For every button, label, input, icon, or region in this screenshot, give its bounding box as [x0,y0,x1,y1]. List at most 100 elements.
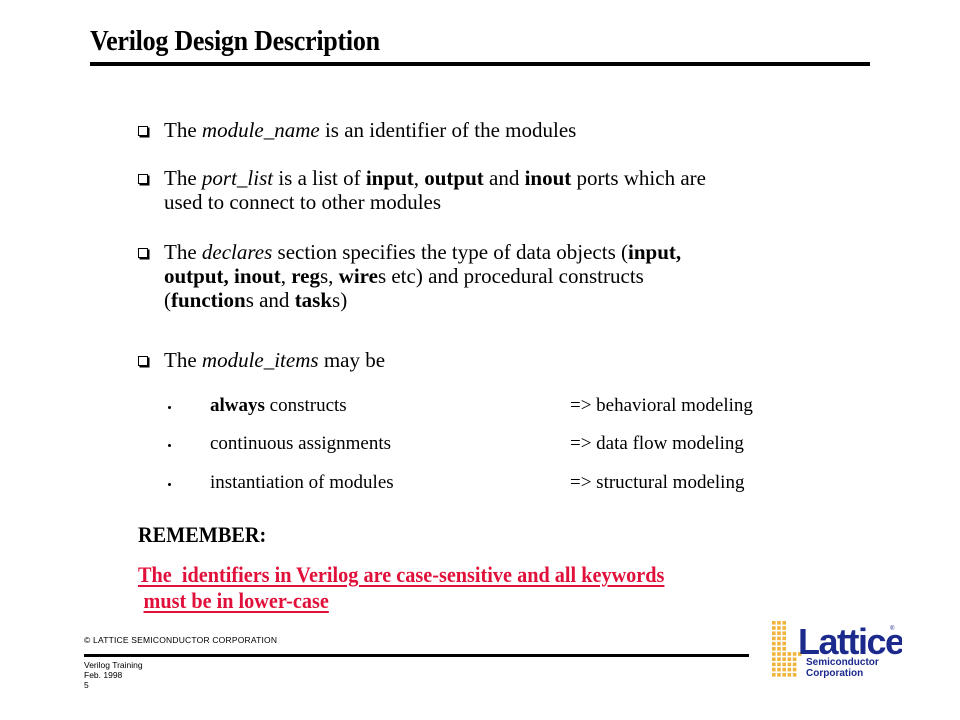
text-run: section specifies the type of data objec… [272,240,628,264]
square-bullet-icon [138,126,148,136]
logo-dot [792,673,797,677]
logo-dot [772,662,776,667]
italic-term: module_items [201,348,319,372]
square-bullet-icon [138,356,148,366]
logo-dot [777,652,781,656]
bullet-module-name: The module_name is an identifier of the … [138,118,576,142]
logo-dot [782,673,786,677]
text-run: may be [318,348,386,372]
lattice-logo-graphic: Lattice ® Semiconductor Corporation [772,621,902,679]
warning-line2: must be in lower-case [143,588,329,613]
text-run: s and [245,288,295,312]
logo-dot [787,657,792,661]
logo-dot [782,657,786,661]
logo-dot [772,647,776,651]
logo-wordmark: Lattice [798,621,902,662]
logo-dot [772,621,776,625]
logo-dot [772,673,776,677]
title-divider [90,62,870,66]
logo-dot [787,673,792,677]
bullet-text: The module_items may be [164,348,385,372]
text-run: The [164,348,202,372]
logo-dot [772,626,776,630]
logo-dot [792,667,797,672]
keyword: inout [524,166,572,190]
text-run: constructs [264,395,347,416]
bullet-port-list: The port_list is a list of input, output… [138,166,706,214]
bullet-text: The module_name is an identifier of the … [164,118,576,142]
logo-dot [777,631,781,635]
text-run: The [164,240,202,264]
logo-dot [772,667,776,672]
keyword: reg [291,264,320,288]
logo-dot [772,641,776,646]
text-run: s etc) and procedural constructs [377,264,644,288]
bullet-text-line2: output, inout, regs, wires etc) and proc… [164,264,681,288]
module-item-modeling: => behavioral modeling [570,395,753,416]
logo-dot [777,641,781,646]
logo-dot [772,657,776,661]
text-run: , [280,264,292,288]
module-item-label: always constructs [210,395,347,417]
bullet-text: The declares section specifies the type … [164,240,681,264]
logo-dot [782,636,786,641]
module-item-label: continuous assignments [210,433,392,454]
logo-dot [782,631,786,635]
module-item-label: instantiation of modules [210,472,394,493]
keyword: output [424,166,484,190]
logo-line2: Corporation [806,668,863,679]
copyright-notice: © LATTICE SEMICONDUCTOR CORPORATION [84,635,278,645]
logo-dot [782,652,786,656]
italic-term: declares [201,240,273,264]
warning-line1: The identifiers in Verilog are case-sens… [138,562,665,587]
logo-dot [772,652,776,656]
slide-title: Verilog Design Description [90,26,380,57]
bullet-module-items: The module_items may be [138,348,385,372]
text-run: ( [164,288,171,312]
logo-dot [782,667,786,672]
lattice-logo: Lattice ® Semiconductor Corporation [772,620,902,680]
logo-dot [782,626,786,630]
logo-dot [777,657,781,661]
square-bullet-icon [138,174,148,184]
keyword: task [294,288,333,312]
text-run: and [483,166,525,190]
keyword: input [365,166,414,190]
logo-dot [787,652,792,656]
footer-divider [84,654,749,657]
text-run: is a list of [273,166,366,190]
page-number: 5 [84,680,89,690]
text-run: s) [332,288,348,312]
keyword: function [171,288,246,312]
logo-dot [787,662,792,667]
logo-dot [792,662,797,667]
bullet-text-line3: (functions and tasks) [164,288,681,312]
dot-bullet-icon [168,444,171,447]
module-item-modeling: => structural modeling [570,472,745,493]
module-item-modeling: => data flow modeling [570,433,744,454]
logo-dot [772,631,776,635]
keyword: always [210,395,265,416]
logo-dot [777,621,781,625]
logo-dot [777,626,781,630]
logo-dot [777,662,781,667]
logo-dot [792,652,797,656]
case-sensitivity-warning: The identifiers in Verilog are case-sens… [138,562,800,614]
logo-dot [792,657,797,661]
footer-info: Verilog Training Feb. 1998 5 [84,660,143,690]
text-run: is an identifier of the modules [319,118,577,142]
text-run: , [413,166,425,190]
course-name: Verilog Training [84,660,143,670]
dot-bullet-icon [168,483,171,486]
logo-dot [772,636,776,641]
dot-bullet-icon [168,406,171,409]
logo-dot [777,673,781,677]
bullet-text-line2: used to connect to other modules [164,190,442,214]
logo-dot [782,647,786,651]
logo-dot [777,647,781,651]
logo-line1: Semiconductor [806,657,879,668]
keyword: output, inout [164,264,281,288]
logo-dot [782,621,786,625]
bullet-declares: The declares section specifies the type … [138,240,681,312]
italic-term: port_list [201,166,274,190]
